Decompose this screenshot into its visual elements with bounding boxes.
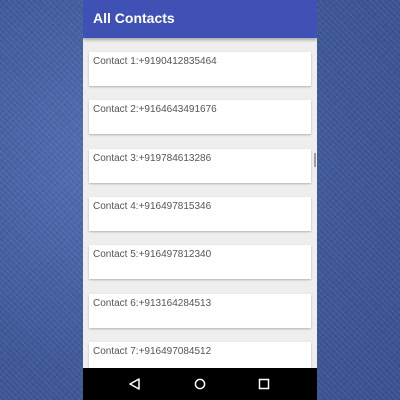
- contact-label: Contact 2:+9164643491676: [93, 104, 217, 115]
- home-icon: [194, 378, 206, 390]
- contact-card[interactable]: Contact 1:+9190412835464: [89, 52, 311, 86]
- page-title: All Contacts: [93, 10, 175, 26]
- back-button[interactable]: [125, 374, 145, 394]
- contact-card[interactable]: Contact 5:+916497812340: [89, 245, 311, 279]
- contact-label: Contact 5:+916497812340: [93, 249, 212, 260]
- contact-card[interactable]: Contact 7:+916497084512: [89, 342, 311, 368]
- contact-label: Contact 4:+916497815346: [93, 201, 212, 212]
- recents-icon: [258, 378, 270, 390]
- contact-card[interactable]: Contact 4:+916497815346: [89, 197, 311, 231]
- home-button[interactable]: [190, 374, 210, 394]
- contact-card[interactable]: Contact 3:+919784613286: [89, 149, 311, 183]
- back-icon: [129, 378, 140, 390]
- contact-card[interactable]: Contact 6:+913164284513: [89, 294, 311, 328]
- recents-button[interactable]: [254, 374, 274, 394]
- contact-card[interactable]: Contact 2:+9164643491676: [89, 100, 311, 134]
- contact-label: Contact 6:+913164284513: [93, 298, 212, 309]
- contact-label: Contact 1:+9190412835464: [93, 56, 217, 67]
- navigation-bar: [83, 368, 317, 400]
- contact-label: Contact 3:+919784613286: [93, 153, 212, 164]
- contact-list[interactable]: Contact 1:+9190412835464 Contact 2:+9164…: [83, 38, 317, 368]
- contact-label: Contact 7:+916497084512: [93, 346, 212, 357]
- scrollbar-thumb[interactable]: [314, 153, 316, 167]
- phone-screen: All Contacts Contact 1:+9190412835464 Co…: [83, 0, 317, 400]
- app-bar: All Contacts: [83, 0, 317, 38]
